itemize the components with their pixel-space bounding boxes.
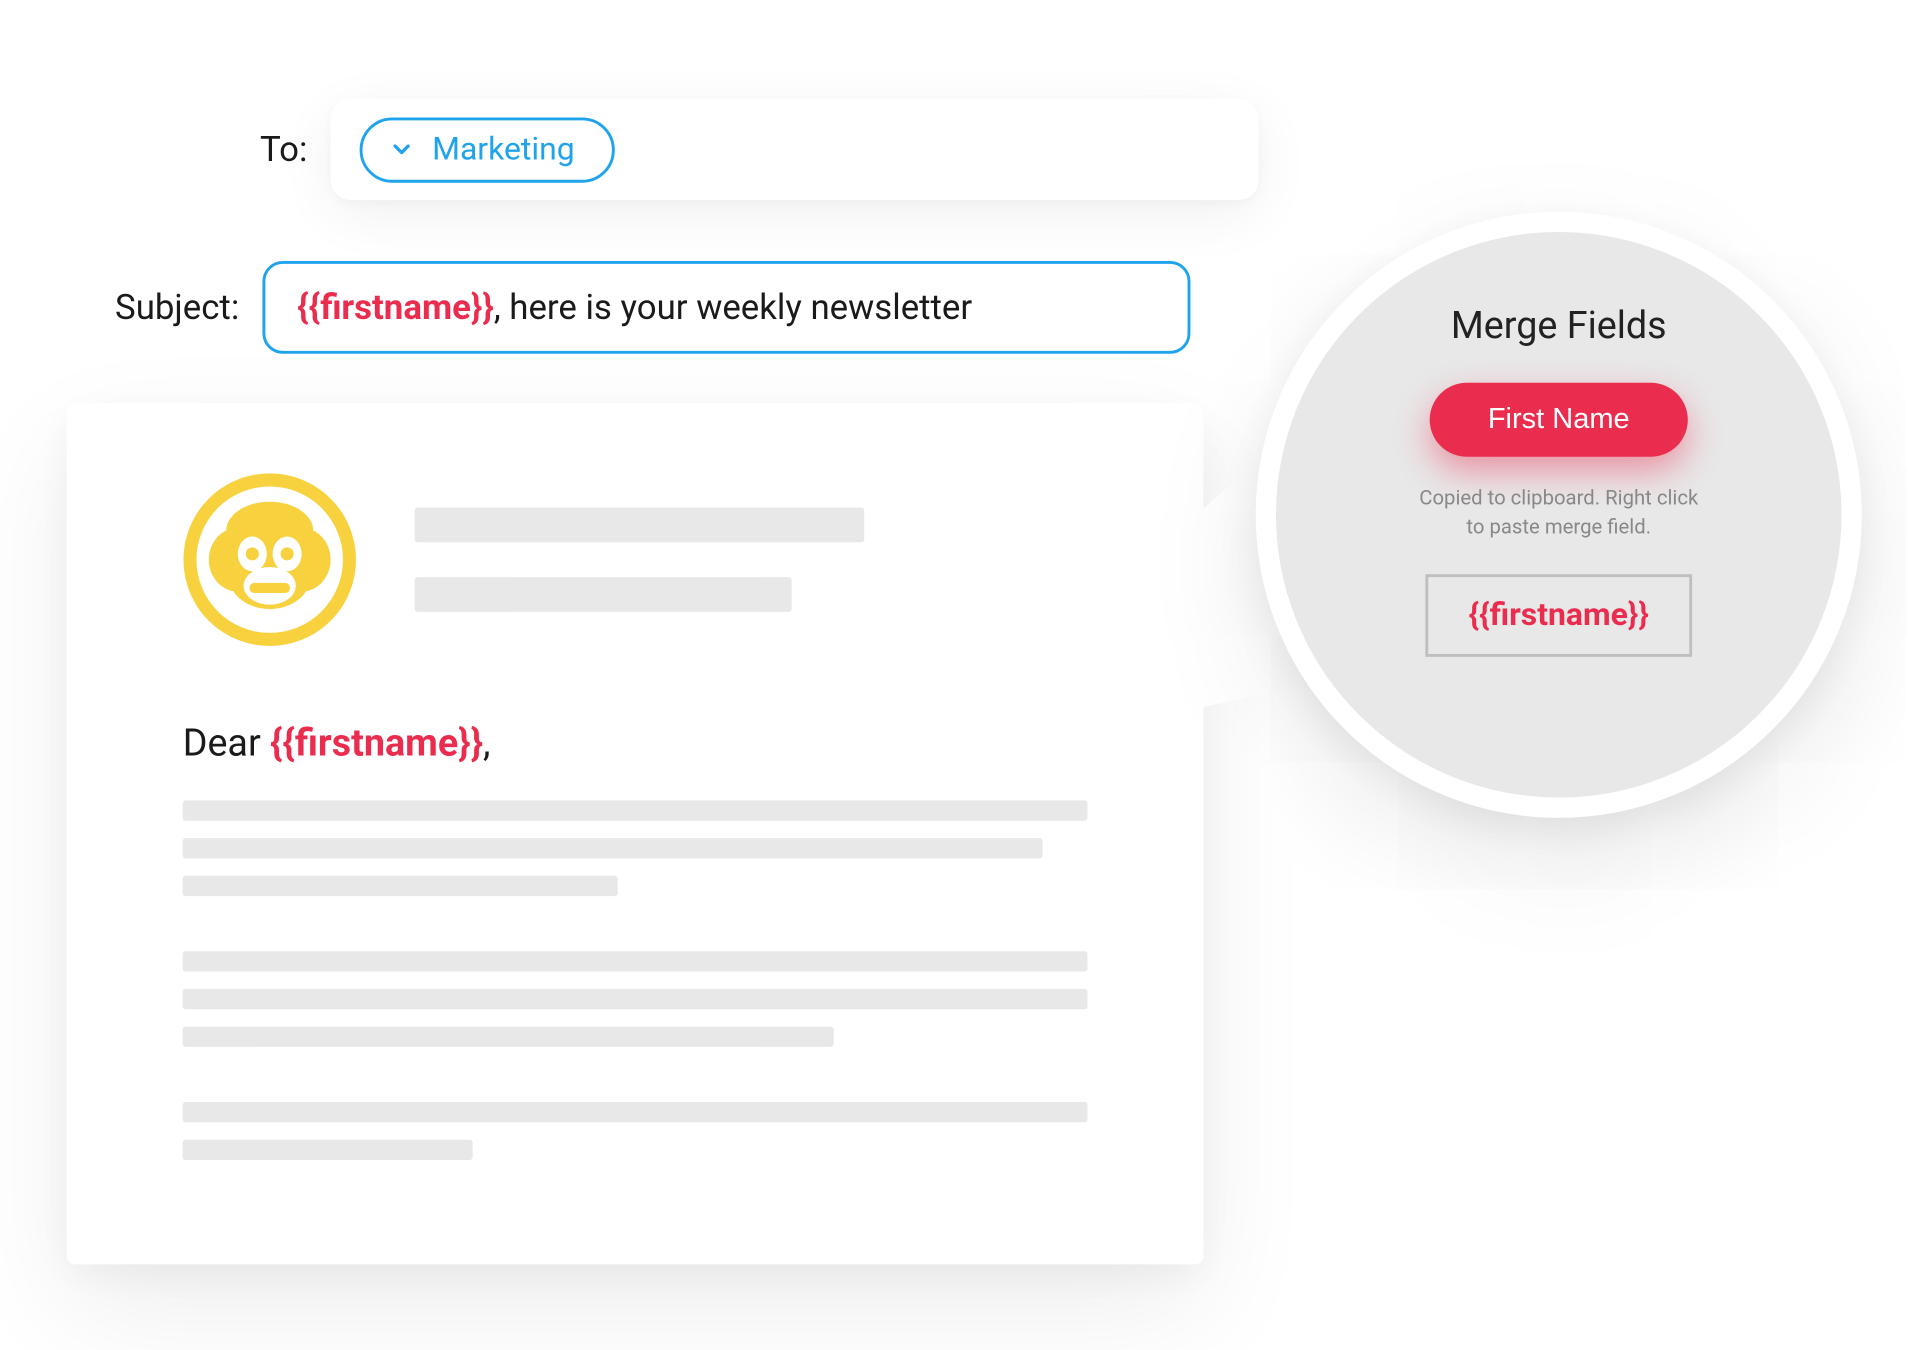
placeholder-line (183, 1027, 834, 1047)
placeholder-line (183, 838, 1043, 858)
first-name-button[interactable]: First Name (1430, 383, 1688, 457)
subject-text: , here is your weekly newsletter (494, 287, 972, 328)
placeholder-line (183, 876, 617, 896)
greeting-suffix: , (483, 722, 490, 766)
placeholder-line (415, 577, 792, 612)
callout-help-text: Copied to clipboard. Right click to past… (1419, 486, 1698, 543)
placeholder-line (183, 951, 1088, 971)
merge-fields-title: Merge Fields (1451, 305, 1667, 349)
monkey-logo-icon (183, 473, 357, 647)
placeholder-line (183, 1102, 1088, 1122)
merge-fields-bubble: Merge Fields First Name Copied to clipbo… (1256, 212, 1862, 818)
subject-label: Subject: (94, 287, 239, 328)
greeting-prefix: Dear (183, 722, 270, 766)
placeholder-line (183, 800, 1088, 820)
recipient-chip[interactable]: Marketing (360, 117, 616, 182)
chevron-down-icon (389, 136, 415, 162)
merge-token-box[interactable]: {{firstname}} (1425, 574, 1692, 657)
greeting-line: Dear {{firstname}}, (183, 722, 1088, 766)
subject-merge-token: {{firstname}} (297, 287, 494, 328)
email-header (183, 473, 1088, 647)
subject-field-row: Subject: {{firstname}}, here is your wee… (94, 261, 1190, 354)
body-placeholder-lines (183, 800, 1088, 1160)
to-field-row: To: Marketing (162, 99, 1258, 201)
placeholder-line (183, 989, 1088, 1009)
placeholder-line (183, 1140, 473, 1160)
recipient-chip-label: Marketing (432, 131, 575, 167)
greeting-merge-token: {{firstname}} (270, 722, 483, 766)
placeholder-line (415, 508, 865, 543)
subject-input[interactable]: {{firstname}}, here is your weekly newsl… (262, 261, 1190, 354)
email-body-card[interactable]: Dear {{firstname}}, (67, 403, 1204, 1264)
to-label: To: (162, 129, 307, 170)
header-placeholder-lines (415, 508, 1088, 612)
to-recipients-card[interactable]: Marketing (331, 99, 1259, 201)
